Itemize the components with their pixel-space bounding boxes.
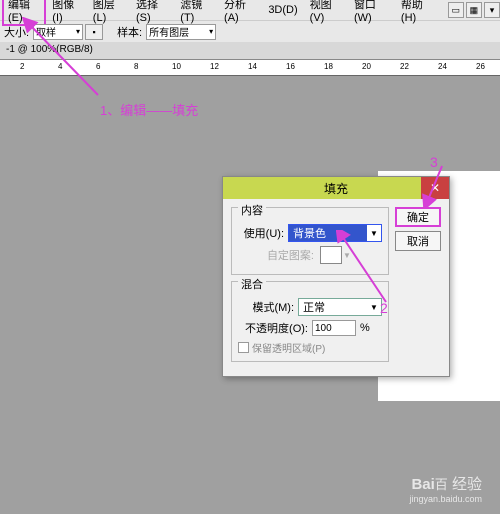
content-group: 内容 使用(U): 背景色 ▼ 自定图案: ▼	[231, 207, 389, 275]
chevron-down-icon: ▼	[367, 303, 381, 312]
toolbar-extra-3[interactable]: ▾	[484, 2, 500, 18]
size-label: 大小:	[4, 24, 29, 40]
ruler-mark: 18	[324, 62, 333, 71]
watermark-brand: Bai	[411, 476, 434, 493]
document-tab[interactable]: -1 @ 100%(RGB/8)	[0, 42, 500, 60]
menu-3d[interactable]: 3D(D)	[262, 2, 303, 18]
ruler-mark: 6	[96, 62, 100, 71]
mode-value: 正常	[299, 299, 367, 315]
cancel-button[interactable]: 取消	[395, 231, 441, 251]
blend-group: 混合 模式(M): 正常 ▼ 不透明度(O): 100 % 保留透明区域(P)	[231, 281, 389, 362]
fill-dialog: 填充 ✕ 内容 使用(U): 背景色 ▼ 自定图案: ▼	[222, 176, 450, 377]
preserve-label: 保留透明区域(P)	[252, 340, 325, 355]
chevron-down-icon: ▼	[343, 251, 351, 260]
toolbar-extra-2[interactable]: ▦	[466, 2, 482, 18]
menu-analysis[interactable]: 分析(A)	[218, 0, 262, 26]
use-select-value: 背景色	[289, 225, 367, 241]
use-label: 使用(U):	[238, 225, 284, 241]
menu-window[interactable]: 窗口(W)	[348, 0, 395, 26]
menu-select[interactable]: 选择(S)	[130, 0, 174, 26]
menu-edit[interactable]: 编辑(E)	[2, 0, 46, 26]
toolbar-extra-1[interactable]: ▭	[448, 2, 464, 18]
mode-label: 模式(M):	[238, 299, 294, 315]
menubar: 编辑(E) 图像(I) 图层(L) 选择(S) 滤镜(T) 分析(A) 3D(D…	[0, 0, 500, 20]
sample-select[interactable]: 所有图层▾	[146, 24, 216, 40]
annotation-text-2: 2	[380, 300, 388, 316]
watermark-brand2: 经验	[452, 476, 482, 493]
preserve-checkbox[interactable]	[238, 342, 249, 353]
pattern-label: 自定图案:	[238, 247, 314, 263]
pattern-swatch[interactable]	[320, 246, 342, 264]
ruler-mark: 8	[134, 62, 138, 71]
ruler-mark: 14	[248, 62, 257, 71]
ruler-horizontal: 2 4 6 8 10 12 14 16 18 20 22 24 26	[0, 60, 500, 76]
ruler-mark: 22	[400, 62, 409, 71]
annotation-text-1: 1、编辑——填充	[100, 100, 198, 119]
chevron-down-icon: ▼	[367, 229, 381, 238]
swatch-button[interactable]: ▪	[85, 24, 103, 40]
menu-view[interactable]: 视图(V)	[304, 0, 348, 26]
percent-label: %	[360, 322, 370, 334]
size-select[interactable]: 取样▾	[33, 24, 83, 40]
dialog-titlebar[interactable]: 填充 ✕	[223, 177, 449, 199]
use-select[interactable]: 背景色 ▼	[288, 224, 382, 242]
opacity-label: 不透明度(O):	[238, 320, 308, 336]
ruler-mark: 26	[476, 62, 485, 71]
menu-filter[interactable]: 滤镜(T)	[174, 0, 218, 26]
ruler-mark: 24	[438, 62, 447, 71]
ruler-mark: 2	[20, 62, 24, 71]
dialog-title-text: 填充	[324, 180, 348, 197]
annotation-text-3: 3	[430, 154, 438, 170]
menu-help[interactable]: 帮助(H)	[395, 0, 440, 26]
ok-button[interactable]: 确定	[395, 207, 441, 227]
menu-layer[interactable]: 图层(L)	[87, 0, 130, 26]
ruler-mark: 16	[286, 62, 295, 71]
opacity-input[interactable]: 100	[312, 320, 356, 336]
ruler-mark: 20	[362, 62, 371, 71]
close-icon: ✕	[430, 181, 440, 195]
sample-label: 样本:	[117, 24, 142, 40]
mode-select[interactable]: 正常 ▼	[298, 298, 382, 316]
ruler-mark: 4	[58, 62, 62, 71]
content-group-label: 内容	[238, 202, 266, 218]
blend-group-label: 混合	[238, 276, 266, 292]
watermark-url: jingyan.baidu.com	[409, 494, 482, 504]
ruler-mark: 12	[210, 62, 219, 71]
watermark: Bai百 经验 jingyan.baidu.com	[409, 473, 482, 504]
close-button[interactable]: ✕	[421, 177, 449, 199]
menu-image[interactable]: 图像(I)	[46, 0, 87, 26]
ruler-mark: 10	[172, 62, 181, 71]
